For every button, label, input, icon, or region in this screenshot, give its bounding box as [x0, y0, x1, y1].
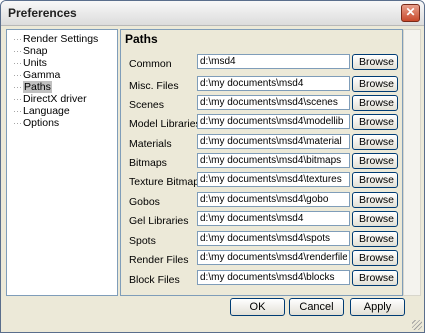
sidebar-item-label: Snap [23, 45, 48, 57]
close-button[interactable]: ✕ [401, 4, 420, 22]
ok-button[interactable]: OK [230, 298, 285, 316]
sidebar-item-language[interactable]: ···Language [13, 105, 70, 117]
tree-connector: ··· [13, 106, 22, 116]
spots-label: Spots [129, 235, 156, 247]
apply-button[interactable]: Apply [350, 298, 405, 316]
render-files-label: Render Files [129, 254, 189, 266]
gel-libraries-label: Gel Libraries [129, 215, 189, 227]
panel-title: Paths [125, 32, 158, 46]
sidebar-item-label: Options [23, 117, 60, 129]
spots-path-field[interactable] [197, 231, 350, 246]
render-files-browse-button[interactable]: Browse [352, 250, 398, 266]
bitmaps-label: Bitmaps [129, 157, 167, 169]
gobos-path-field[interactable] [197, 192, 350, 207]
materials-label: Materials [129, 138, 172, 150]
tree-connector: ··· [13, 58, 22, 68]
sidebar-item-units[interactable]: ···Units [13, 57, 47, 69]
scenes-browse-button[interactable]: Browse [352, 95, 398, 111]
category-tree: ···Render Settings ···Snap ···Units ···Gamm… [6, 29, 118, 296]
gel-libraries-path-field[interactable] [197, 211, 350, 226]
gobos-label: Gobos [129, 196, 160, 208]
tree-connector: ··· [13, 46, 22, 56]
block-files-path-field[interactable] [197, 270, 350, 285]
common-path-field[interactable] [197, 54, 350, 69]
window-title: Preferences [8, 6, 77, 20]
close-icon: ✕ [405, 5, 416, 19]
scenes-label: Scenes [129, 99, 165, 111]
sidebar-item-label: Paths [23, 81, 52, 93]
block-files-label: Block Files [129, 274, 180, 286]
misc-files-label: Misc. Files [129, 80, 179, 92]
materials-browse-button[interactable]: Browse [352, 134, 398, 150]
texture-bitmaps-path-field[interactable] [197, 172, 350, 187]
render-files-path-field[interactable] [197, 250, 350, 265]
scrollbar[interactable] [403, 29, 421, 296]
paths-panel: Paths Common Browse Misc. Files Browse Scene… [120, 29, 403, 296]
sidebar-item-label: Gamma [23, 69, 61, 81]
block-files-browse-button[interactable]: Browse [352, 270, 398, 286]
scenes-path-field[interactable] [197, 95, 350, 110]
bitmaps-path-field[interactable] [197, 153, 350, 168]
misc-files-path-field[interactable] [197, 76, 350, 91]
sidebar-item-directx-driver[interactable]: ···DirectX driver [13, 93, 87, 105]
misc-files-browse-button[interactable]: Browse [352, 76, 398, 92]
gel-libraries-browse-button[interactable]: Browse [352, 211, 398, 227]
common-label: Common [129, 58, 172, 70]
sidebar-item-label: Units [23, 57, 47, 69]
tree-connector: ··· [13, 94, 22, 104]
resize-grip[interactable] [412, 320, 422, 330]
model-libraries-path-field[interactable] [197, 114, 350, 129]
texture-bitmaps-label: Texture Bitmaps [129, 176, 205, 188]
bitmaps-browse-button[interactable]: Browse [352, 153, 398, 169]
tree-connector: ··· [13, 34, 22, 44]
model-libraries-label: Model Libraries [129, 118, 201, 130]
gobos-browse-button[interactable]: Browse [352, 192, 398, 208]
tree-connector: ··· [13, 70, 22, 80]
preferences-dialog: Preferences ✕ ···Render Settings ···Snap ·… [0, 0, 425, 333]
sidebar-item-gamma[interactable]: ···Gamma [13, 69, 60, 81]
sidebar-item-options[interactable]: ···Options [13, 117, 59, 129]
sidebar-item-paths[interactable]: ··· Paths [13, 81, 52, 93]
title-bar: Preferences ✕ [1, 1, 424, 26]
sidebar-item-render-settings[interactable]: ···Render Settings [13, 33, 98, 45]
cancel-button[interactable]: Cancel [289, 298, 344, 316]
sidebar-item-label: Language [23, 105, 70, 117]
spots-browse-button[interactable]: Browse [352, 231, 398, 247]
sidebar-item-label: DirectX driver [23, 93, 87, 105]
tree-connector: ··· [13, 118, 22, 128]
common-browse-button[interactable]: Browse [352, 54, 398, 70]
sidebar-item-snap[interactable]: ···Snap [13, 45, 48, 57]
texture-bitmaps-browse-button[interactable]: Browse [352, 172, 398, 188]
materials-path-field[interactable] [197, 134, 350, 149]
tree-connector: ··· [13, 82, 22, 92]
sidebar-item-label: Render Settings [23, 33, 99, 45]
model-libraries-browse-button[interactable]: Browse [352, 114, 398, 130]
